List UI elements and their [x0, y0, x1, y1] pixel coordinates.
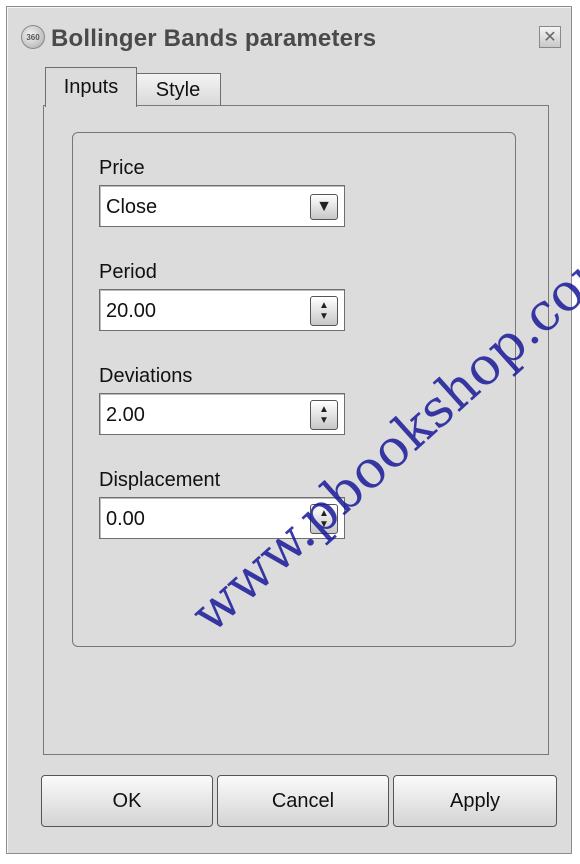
tab-style-label: Style — [155, 79, 201, 101]
price-dropdown-button[interactable]: ▼ — [310, 194, 338, 220]
deviations-field[interactable]: 2.00 ▲ ▼ — [99, 393, 345, 435]
spin-down-icon: ▼ — [319, 519, 329, 530]
period-value: 20.00 — [106, 300, 157, 322]
inputs-group-box: Price Close ▼ Period 20.00 ▲ ▼ Deviation… — [72, 132, 516, 647]
displacement-spin-updown-icon[interactable]: ▲ ▼ — [310, 504, 338, 534]
cancel-button-label: Cancel — [271, 789, 335, 812]
spin-up-icon: ▲ — [319, 508, 329, 519]
spin-down-icon: ▼ — [319, 415, 329, 426]
price-value: Close — [106, 196, 158, 218]
parameters-dialog: 360 Bollinger Bands parameters ✕ Inputs … — [6, 6, 572, 854]
price-dropdown[interactable]: Close ▼ — [99, 185, 345, 227]
displacement-field[interactable]: 0.00 ▲ ▼ — [99, 497, 345, 539]
apply-button[interactable]: Apply — [393, 775, 557, 827]
spin-down-icon: ▼ — [319, 311, 329, 322]
close-icon: ✕ — [543, 29, 557, 46]
app-logo-icon: 360 — [21, 25, 45, 49]
chevron-down-icon: ▼ — [316, 198, 332, 215]
tab-inputs[interactable]: Inputs — [45, 67, 137, 107]
tab-inputs-label: Inputs — [63, 76, 119, 98]
displacement-label: Displacement — [99, 469, 221, 491]
period-spin-updown-icon[interactable]: ▲ ▼ — [310, 296, 338, 326]
close-button[interactable]: ✕ — [539, 26, 561, 48]
apply-button-label: Apply — [449, 789, 501, 812]
displacement-value: 0.00 — [106, 508, 145, 530]
inputs-tab-panel: Price Close ▼ Period 20.00 ▲ ▼ Deviation… — [43, 105, 549, 755]
tab-style[interactable]: Style — [135, 73, 221, 107]
price-label: Price — [99, 157, 145, 179]
ok-button[interactable]: OK — [41, 775, 213, 827]
window-title: Bollinger Bands parameters — [51, 25, 377, 52]
spin-up-icon: ▲ — [319, 404, 329, 415]
title-bar: 360 Bollinger Bands parameters ✕ — [7, 7, 571, 59]
deviations-label: Deviations — [99, 365, 193, 387]
period-field[interactable]: 20.00 ▲ ▼ — [99, 289, 345, 331]
deviations-spin-updown-icon[interactable]: ▲ ▼ — [310, 400, 338, 430]
period-label: Period — [99, 261, 157, 283]
ok-button-label: OK — [112, 789, 142, 812]
cancel-button[interactable]: Cancel — [217, 775, 389, 827]
deviations-value: 2.00 — [106, 404, 145, 426]
spin-up-icon: ▲ — [319, 300, 329, 311]
